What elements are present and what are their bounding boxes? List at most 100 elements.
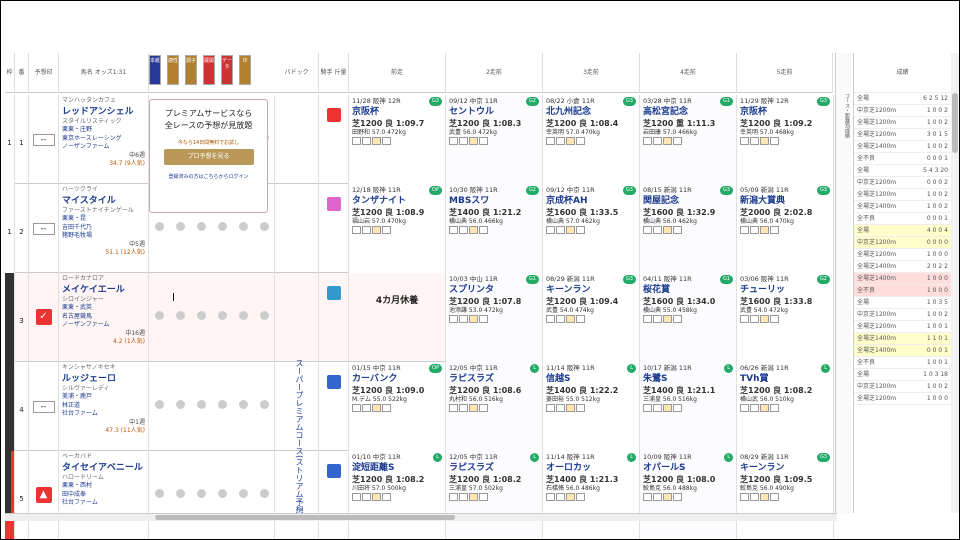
- stats-other: 1: [944, 323, 948, 330]
- past-race-cell[interactable]: 01/15 中京 11R OP カーバンク 芝1200 良 1:09.0 M.デム…: [349, 362, 446, 451]
- check-mark-icon[interactable]: ✓: [35, 309, 52, 325]
- interval-note: 中16週: [125, 329, 145, 337]
- vertical-scrollbar[interactable]: [951, 53, 959, 513]
- position-boxes: [643, 493, 733, 505]
- race-name[interactable]: セントウル: [449, 106, 539, 118]
- race-name[interactable]: 京阪杯: [740, 106, 830, 118]
- login-link[interactable]: 登録済みの方はこちらからログイン: [154, 173, 263, 180]
- race-name[interactable]: 京阪杯: [352, 106, 442, 118]
- past-race-cell[interactable]: 09/12 中京 11R G2 セントウル 芝1200 良 1:08.3 武豊 5…: [446, 95, 543, 184]
- race-name[interactable]: 京成杯AH: [546, 195, 636, 207]
- past-race-cell[interactable]: 10/09 阪神 11R L オパールS 芝1200 良 1:08.0 鮫島克 5…: [640, 451, 737, 539]
- grade-badge: G3: [816, 97, 830, 106]
- stats-1st: 0: [926, 215, 931, 222]
- position-boxes: [546, 226, 636, 238]
- vertical-scroll-thumb[interactable]: [952, 93, 958, 153]
- header-prev5: 5走前: [737, 53, 833, 93]
- stats-values: 1 0 0 2: [927, 117, 948, 128]
- race-name[interactable]: 高松宮記念: [643, 106, 733, 118]
- past-race-cell[interactable]: 08/29 新潟 11R G3 キーンラン 芝1200 良 1:09.4 武豊 5…: [543, 273, 640, 362]
- triangle-mark-icon[interactable]: ▲: [35, 487, 52, 503]
- icon-data[interactable]: データ: [221, 55, 233, 85]
- stats-2nd: 0: [932, 299, 937, 306]
- header-mark[interactable]: 予想印: [29, 53, 59, 93]
- grade-badge: L: [627, 453, 636, 462]
- race-name[interactable]: キーンラン: [546, 284, 636, 296]
- past-race-cell[interactable]: 08/22 小倉 11R G3 北九州記念 芝1200 良 1:08.4 幸英明 …: [543, 95, 640, 184]
- race-name[interactable]: MBSスワ: [449, 195, 539, 207]
- stats-other: 2: [944, 143, 948, 150]
- stats-values: 0 0 0 2: [927, 177, 948, 188]
- race-name[interactable]: チューリッ: [740, 284, 830, 296]
- past-race-cell[interactable]: 06/26 新潟 11R L TVh賞 芝1200 良 1:08.2 横山武 56…: [737, 362, 834, 451]
- race-distance-time: 芝1200 良 1:09.5: [740, 474, 813, 484]
- race-name[interactable]: ラピスラズ: [449, 462, 539, 474]
- past-race-cell[interactable]: 11/14 阪神 11R L オーロカッ 芝1400 良 1:21.3 石橋脩 5…: [543, 451, 640, 539]
- stats-1st: 1: [926, 203, 931, 210]
- trainer-name: 栗東・西村: [62, 482, 93, 489]
- past-race-cell[interactable]: 11/14 阪神 11R L 信越S 芝1400 良 1:22.2 菱田裕 55.…: [543, 362, 640, 451]
- race-name[interactable]: スプリンタ: [449, 284, 539, 296]
- race-name[interactable]: TVh賞: [740, 373, 830, 385]
- mark-selector[interactable]: --: [32, 401, 55, 413]
- past-race-cell[interactable]: 09/12 中京 11R G3 京成杯AH 芝1600 良 1:33.5 横山典 …: [543, 184, 640, 273]
- mark-selector[interactable]: --: [32, 134, 55, 146]
- horizontal-scroll-thumb[interactable]: [155, 515, 455, 520]
- race-name[interactable]: 朱鷺S: [643, 373, 733, 385]
- stats-3rd: 5: [934, 95, 939, 102]
- mark-selector[interactable]: --: [32, 223, 55, 235]
- icon-tenkai[interactable]: 展開: [203, 55, 215, 85]
- icon-honshi[interactable]: 本紙: [149, 55, 161, 85]
- past-race-cell[interactable]: 10/30 阪神 11R G2 MBSスワ 芝1400 良 1:21.2 横山典 …: [446, 184, 543, 273]
- stats-2nd: 2: [928, 95, 933, 102]
- past-race-cell[interactable]: 12/05 中京 11R L ラピスラズ 芝1200 良 1:08.6 丸村和 5…: [446, 362, 543, 451]
- past-race-cell[interactable]: 11/29 阪神 12R G3 京阪杯 芝1200 良 1:09.2 幸英明 57…: [737, 95, 834, 184]
- past-race-cell[interactable]: 10/17 新潟 11R L 朱鷺S 芝1400 良 1:21.1 三浦皇 56.…: [640, 362, 737, 451]
- race-jockey-weight: 菱田裕 55.0 512kg: [546, 395, 600, 403]
- stats-course: 全場芝1400m: [857, 347, 897, 354]
- past-race-cell[interactable]: 08/29 新潟 11R G3 キーンラン 芝1200 良 1:09.5 鮫島克 …: [737, 451, 834, 539]
- horse-name[interactable]: タイセイアベニール: [62, 462, 145, 474]
- past-race-cell[interactable]: 03/06 阪神 11R G2 チューリッ 芝1600 良 1:33.8 武豊 5…: [737, 273, 834, 362]
- past-race-cell[interactable]: 03/28 中京 11R G1 高松宮記念 芝1200 重 1:11.3 岩田康 …: [640, 95, 737, 184]
- stats-side-tab[interactable]: コース・距離別成績: [835, 53, 851, 513]
- race-jockey-weight: 武豊 54.0 474kg: [546, 306, 594, 314]
- past-race-cell[interactable]: 05/09 新潟 11R G3 新潟大賞典 芝2000 良 2:02.8 横山典 …: [737, 184, 834, 273]
- race-date: 08/29 新潟 11R: [740, 453, 789, 461]
- past-race-cell[interactable]: 08/15 新潟 11R G3 関屋記念 芝1600 良 1:32.9 横山典 5…: [640, 184, 737, 273]
- past-race-cell[interactable]: 10/03 中山 11R G1 スプリンタ 芝1200 良 1:07.8 池添謙 …: [446, 273, 543, 362]
- stats-other: 2: [944, 383, 948, 390]
- race-name[interactable]: 信越S: [546, 373, 636, 385]
- icon-shirushi[interactable]: 印: [239, 55, 251, 85]
- race-name[interactable]: オーロカッ: [546, 462, 636, 474]
- race-name[interactable]: 関屋記念: [643, 195, 733, 207]
- race-name[interactable]: キーンラン: [740, 462, 830, 474]
- past-race-cell[interactable]: 01/10 中京 11R L 淀短距離S 芝1200 良 1:08.2 川田将 5…: [349, 451, 446, 539]
- horse-name[interactable]: ルッジェーロ: [62, 373, 145, 385]
- race-name[interactable]: オパールS: [643, 462, 733, 474]
- horse-name[interactable]: マイスタイル: [62, 195, 145, 207]
- odds-value: 34.7 (9人気): [109, 160, 145, 167]
- race-name[interactable]: 北九州記念: [546, 106, 636, 118]
- past-race-cell[interactable]: 11/28 阪神 12R G3 京阪杯 芝1200 良 1:09.7 田野和 57…: [349, 95, 446, 184]
- stats-row: 中京芝1200m 0 0 0 0: [854, 237, 951, 249]
- horse-name[interactable]: メイケイエール: [62, 284, 145, 296]
- past-race-cell[interactable]: 12/05 中京 11R L ラピスラズ 芝1200 良 1:08.2 三浦皇 5…: [446, 451, 543, 539]
- past-race-cell[interactable]: 12/18 阪神 11R OP タンザナイト 芝1200 良 1:08.9 福山岩…: [349, 184, 446, 273]
- pro-prediction-button[interactable]: プロ予想を見る: [163, 149, 254, 165]
- stats-1st: 1: [926, 359, 931, 366]
- race-name[interactable]: ラピスラズ: [449, 373, 539, 385]
- horse-name[interactable]: レッドアンシェル: [62, 106, 145, 118]
- horizontal-scrollbar[interactable]: [5, 513, 837, 521]
- icon-choshi[interactable]: 調子: [185, 55, 197, 85]
- stats-row: 全場 1 0 3 5: [854, 297, 951, 309]
- race-name[interactable]: カーバンク: [352, 373, 442, 385]
- race-name[interactable]: 新潟大賞典: [740, 195, 830, 207]
- race-name[interactable]: 桜花賞: [643, 284, 733, 296]
- past-race-cell[interactable]: 04/11 阪神 11R G1 桜花賞 芝1600 良 1:34.0 横山典 55…: [640, 273, 737, 362]
- race-name[interactable]: 淀短距離S: [352, 462, 442, 474]
- race-name[interactable]: タンザナイト: [352, 195, 442, 207]
- race-jockey-weight: 池添謙 53.0 472kg: [449, 306, 503, 314]
- stats-other: 1: [944, 215, 948, 222]
- icon-tekisei[interactable]: 適性: [167, 55, 179, 85]
